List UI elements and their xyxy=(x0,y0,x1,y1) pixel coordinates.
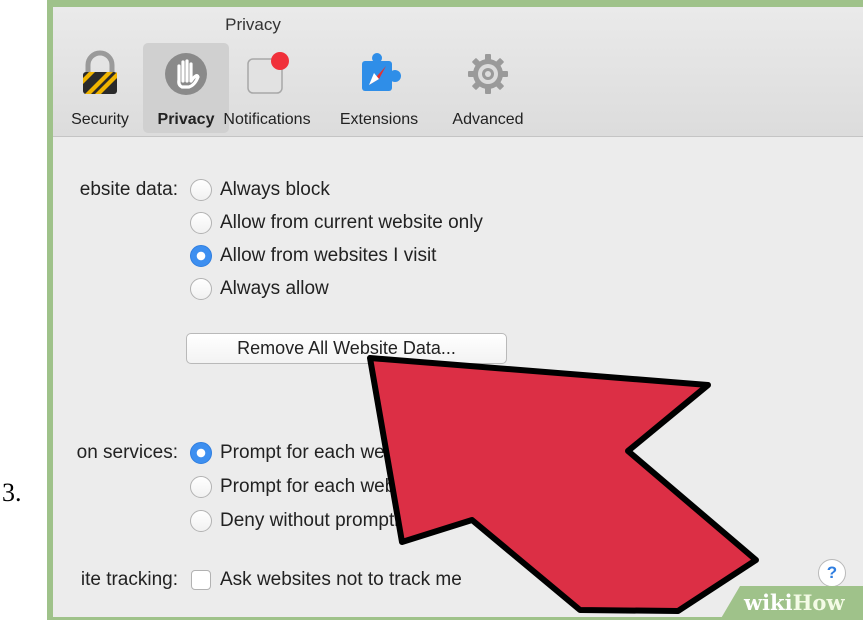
watermark-how: How xyxy=(792,590,845,615)
red-arrow-overlay xyxy=(367,355,759,614)
watermark-wiki: wiki xyxy=(744,590,793,615)
wikihow-watermark: wikiHow xyxy=(720,586,863,620)
red-arrow-icon xyxy=(367,355,759,614)
